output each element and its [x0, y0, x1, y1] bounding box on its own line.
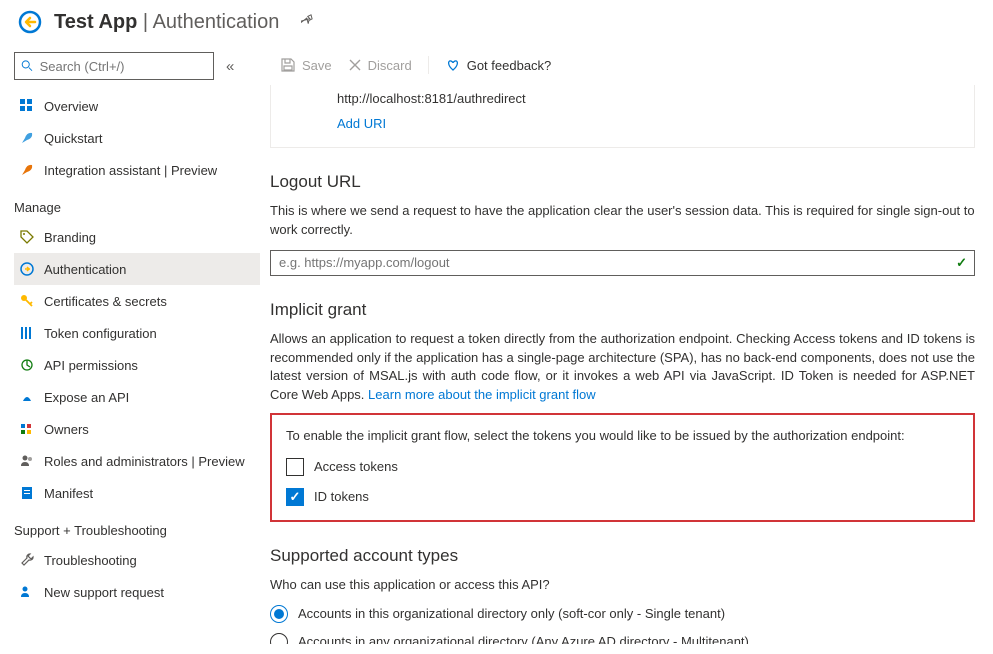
sidebar-item-manifest[interactable]: Manifest: [14, 477, 260, 509]
add-uri-link[interactable]: Add URI: [337, 116, 934, 131]
implicit-text: Allows an application to request a token…: [270, 330, 975, 405]
sidebar-section-manage: Manage: [14, 186, 260, 221]
implicit-grant-box: To enable the implicit grant flow, selec…: [270, 413, 975, 522]
sidebar-section-support: Support + Troubleshooting: [14, 509, 260, 544]
multitenant-label: Accounts in any organizational directory…: [298, 634, 749, 644]
redirect-uri-box: http://localhost:8181/authredirect Add U…: [270, 85, 975, 148]
redirect-uri-value: http://localhost:8181/authredirect: [337, 91, 934, 106]
sidebar-item-label: Roles and administrators | Preview: [44, 454, 245, 469]
sidebar-item-authentication[interactable]: Authentication: [14, 253, 260, 285]
save-icon: [280, 57, 296, 73]
multitenant-radio[interactable]: [270, 633, 288, 644]
sidebar-item-label: Integration assistant | Preview: [44, 163, 217, 178]
grid-icon: [18, 97, 36, 115]
sidebar-item-token-config[interactable]: Token configuration: [14, 317, 260, 349]
sidebar-item-quickstart[interactable]: Quickstart: [14, 122, 260, 154]
implicit-title: Implicit grant: [270, 300, 975, 320]
sidebar-item-label: Branding: [44, 230, 96, 245]
sidebar-item-roles[interactable]: Roles and administrators | Preview: [14, 445, 260, 477]
search-icon: [21, 59, 34, 73]
sidebar-item-expose-api[interactable]: Expose an API: [14, 381, 260, 413]
sidebar-item-label: API permissions: [44, 358, 138, 373]
search-input[interactable]: [40, 59, 207, 74]
access-tokens-checkbox[interactable]: [286, 458, 304, 476]
sidebar-item-integration[interactable]: Integration assistant | Preview: [14, 154, 260, 186]
key-icon: [18, 292, 36, 310]
main-content: Save Discard Got feedback? http://localh…: [260, 44, 993, 644]
api-perm-icon: [18, 356, 36, 374]
sidebar-item-label: Quickstart: [44, 131, 103, 146]
discard-button[interactable]: Discard: [348, 58, 412, 73]
id-tokens-checkbox[interactable]: [286, 488, 304, 506]
sidebar-item-owners[interactable]: Owners: [14, 413, 260, 445]
support-icon: [18, 583, 36, 601]
collapse-sidebar-icon[interactable]: «: [226, 58, 234, 75]
search-box[interactable]: [14, 52, 214, 80]
account-types-section: Supported account types Who can use this…: [270, 546, 975, 644]
sidebar-item-label: New support request: [44, 585, 164, 600]
auth-icon: [18, 260, 36, 278]
sidebar-item-troubleshooting[interactable]: Troubleshooting: [14, 544, 260, 576]
implicit-box-text: To enable the implicit grant flow, selec…: [286, 427, 959, 446]
implicit-learn-more-link[interactable]: Learn more about the implicit grant flow: [368, 387, 596, 402]
sidebar-item-label: Expose an API: [44, 390, 129, 405]
page-title: Test App | Authentication: [54, 11, 279, 34]
single-tenant-radio[interactable]: [270, 605, 288, 623]
pin-icon[interactable]: [301, 13, 315, 31]
expose-icon: [18, 388, 36, 406]
sidebar-item-label: Owners: [44, 422, 89, 437]
save-button[interactable]: Save: [280, 57, 332, 73]
id-tokens-label: ID tokens: [314, 489, 369, 504]
sidebar-item-new-support[interactable]: New support request: [14, 576, 260, 608]
sidebar-item-label: Token configuration: [44, 326, 157, 341]
heart-icon: [445, 57, 461, 73]
page-header: Test App | Authentication: [0, 0, 993, 44]
sidebar-item-label: Troubleshooting: [44, 553, 137, 568]
logout-url-input[interactable]: [270, 250, 975, 276]
logo-icon: [18, 10, 42, 34]
wrench-icon: [18, 551, 36, 569]
tag-icon: [18, 228, 36, 246]
discard-icon: [348, 58, 362, 72]
check-icon: ✓: [956, 255, 967, 271]
access-tokens-label: Access tokens: [314, 459, 398, 474]
rocket-orange-icon: [18, 161, 36, 179]
account-types-title: Supported account types: [270, 546, 975, 566]
sidebar-item-label: Certificates & secrets: [44, 294, 167, 309]
feedback-button[interactable]: Got feedback?: [445, 57, 552, 73]
sidebar: « Overview Quickstart Integration assist…: [0, 44, 260, 644]
manifest-icon: [18, 484, 36, 502]
account-types-text: Who can use this application or access t…: [270, 576, 975, 595]
implicit-grant-section: Implicit grant Allows an application to …: [270, 300, 975, 522]
sidebar-item-certificates[interactable]: Certificates & secrets: [14, 285, 260, 317]
logout-title: Logout URL: [270, 172, 975, 192]
sidebar-item-branding[interactable]: Branding: [14, 221, 260, 253]
sidebar-item-label: Manifest: [44, 486, 93, 501]
tokens-icon: [18, 324, 36, 342]
logout-text: This is where we send a request to have …: [270, 202, 975, 240]
rocket-icon: [18, 129, 36, 147]
logout-section: Logout URL This is where we send a reque…: [270, 172, 975, 276]
toolbar: Save Discard Got feedback?: [270, 44, 975, 85]
sidebar-item-api-permissions[interactable]: API permissions: [14, 349, 260, 381]
roles-icon: [18, 452, 36, 470]
single-tenant-label: Accounts in this organizational director…: [298, 606, 725, 621]
owners-icon: [18, 420, 36, 438]
sidebar-item-label: Authentication: [44, 262, 126, 277]
sidebar-item-overview[interactable]: Overview: [14, 90, 260, 122]
sidebar-item-label: Overview: [44, 99, 98, 114]
